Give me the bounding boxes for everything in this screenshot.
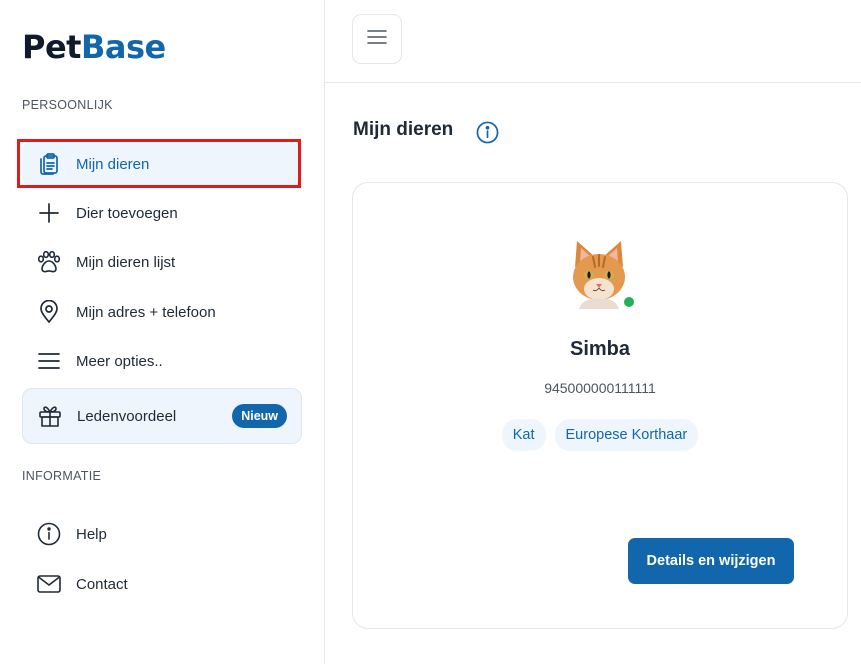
plus-icon xyxy=(36,200,62,226)
paw-icon xyxy=(36,249,62,275)
section-label-personal: PERSOONLIJK xyxy=(22,98,113,112)
petbase-logo[interactable]: PetBase xyxy=(22,28,166,66)
menu-icon xyxy=(36,348,62,374)
pet-card: Simba 945000000111111 Kat Europese Korth… xyxy=(352,182,848,629)
tag-species: Kat xyxy=(501,419,546,451)
info-circle-icon[interactable] xyxy=(476,121,499,144)
sidebar-item-help[interactable]: Help xyxy=(22,512,302,556)
sidebar-item-label: Help xyxy=(76,525,107,543)
sidebar-item-label: Mijn adres + telefoon xyxy=(76,303,216,321)
hamburger-icon xyxy=(367,29,387,49)
chip-number: 945000000111111 xyxy=(544,380,656,396)
pet-tags: Kat Europese Korthaar xyxy=(353,419,847,451)
details-edit-button[interactable]: Details en wijzigen xyxy=(628,538,794,584)
sidebar-item-label: Mijn dieren xyxy=(76,155,150,173)
sidebar-item-mijn-dieren[interactable]: Mijn dieren xyxy=(22,142,302,186)
sidebar-item-adres-telefoon[interactable]: Mijn adres + telefoon xyxy=(22,290,302,334)
sidebar-item-label: Dier toevoegen xyxy=(76,204,178,222)
sidebar: PetBase PERSOONLIJK Mijn dieren Dier toe… xyxy=(0,0,325,664)
sidebar-item-meer-opties[interactable]: Meer opties.. xyxy=(22,339,302,383)
tag-breed: Europese Korthaar xyxy=(554,419,699,451)
topbar xyxy=(325,0,861,83)
pet-name: Simba xyxy=(569,338,631,360)
sidebar-item-label: Contact xyxy=(76,575,128,593)
section-label-info: INFORMATIE xyxy=(22,469,102,483)
gift-icon xyxy=(37,403,63,429)
promo-ledenvoordeel[interactable]: Ledenvoordeel Nieuw xyxy=(22,388,302,444)
location-pin-icon xyxy=(36,299,62,325)
sidebar-item-dier-toevoegen[interactable]: Dier toevoegen xyxy=(22,191,302,235)
logo-text-base: Base xyxy=(80,28,166,66)
page-title: Mijn dieren xyxy=(353,119,454,140)
new-badge: Nieuw xyxy=(232,404,287,428)
online-status-dot xyxy=(622,295,636,309)
sidebar-item-label: Meer opties.. xyxy=(76,352,163,370)
sidebar-item-label: Mijn dieren lijst xyxy=(76,253,176,271)
mail-icon xyxy=(36,571,62,597)
info-icon xyxy=(36,521,62,547)
sidebar-item-contact[interactable]: Contact xyxy=(22,562,302,606)
promo-label: Ledenvoordeel xyxy=(77,407,177,425)
clipboard-icon xyxy=(36,151,62,177)
hamburger-menu-button[interactable] xyxy=(352,14,402,64)
sidebar-item-mijn-dieren-lijst[interactable]: Mijn dieren lijst xyxy=(22,240,302,284)
logo-text-pet: Pet xyxy=(22,28,81,66)
